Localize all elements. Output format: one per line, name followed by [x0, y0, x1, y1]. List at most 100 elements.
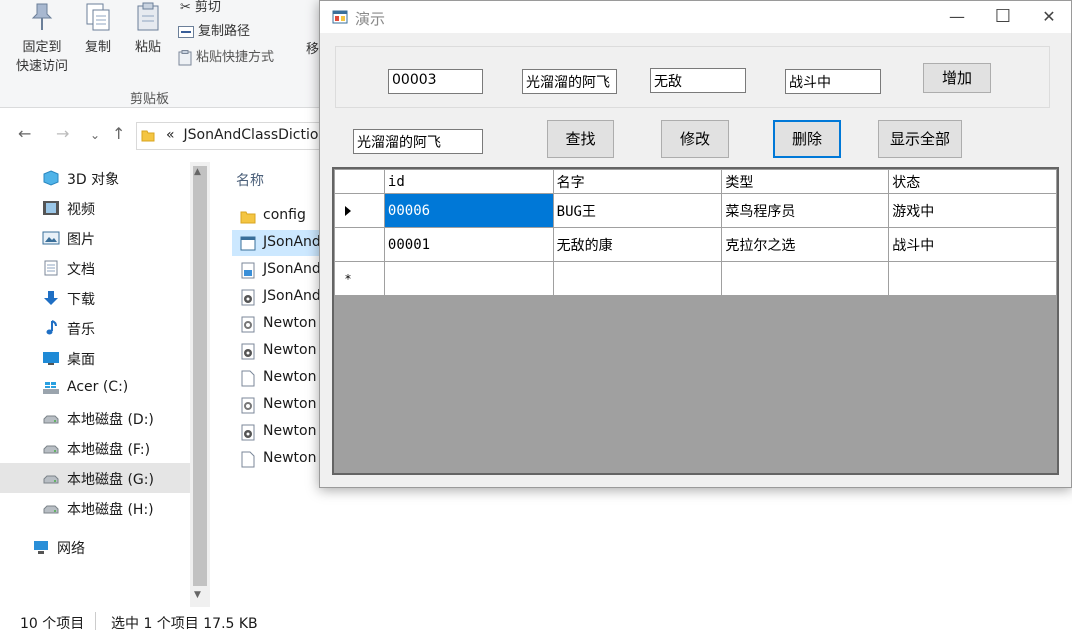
grid-cell-new[interactable]: [721, 261, 890, 296]
file-label: Newton: [263, 342, 317, 358]
id-input[interactable]: 00003: [388, 69, 483, 94]
document-icon: [44, 260, 58, 276]
copy-path-button[interactable]: 复制路径: [178, 20, 250, 39]
show-all-button[interactable]: 显示全部: [878, 120, 962, 158]
settings-file-icon: [241, 316, 255, 333]
title-bar[interactable]: 演示 — ☐ ✕: [320, 1, 1071, 33]
grid-cell-name[interactable]: 无敌的康: [552, 227, 723, 262]
explorer-ribbon: 固定到 快速访问 复制 粘贴 ✂ 剪切 复制路径 粘贴快捷方式 移 剪贴板: [0, 0, 320, 108]
grid-cell-type[interactable]: 克拉尔之选: [721, 227, 890, 262]
item-count: 10 个项目: [20, 616, 85, 632]
grid-cell-new[interactable]: [552, 261, 723, 296]
row-header-new[interactable]: *: [334, 261, 385, 296]
grid-cell-new[interactable]: [888, 261, 1057, 296]
state-input[interactable]: 战斗中: [785, 69, 881, 94]
tree-item-network[interactable]: 网络: [0, 532, 190, 562]
tree-item-label: Acer (C:): [67, 379, 129, 395]
tree-item-pictures[interactable]: 图片: [0, 223, 190, 253]
paste-shortcut-button[interactable]: 粘贴快捷方式: [178, 46, 274, 66]
pin-icon: [31, 3, 53, 30]
tree-item-downloads[interactable]: 下载: [0, 283, 190, 313]
grid-cell-id[interactable]: 00006: [383, 193, 554, 228]
tree-scrollbar-thumb[interactable]: [193, 166, 207, 586]
status-divider: [95, 612, 96, 630]
tree-item-label: 图片: [67, 232, 95, 248]
picture-icon: [42, 231, 60, 245]
clipboard-group-label: 剪贴板: [130, 92, 170, 107]
tree-item-label: 本地磁盘 (F:): [67, 442, 151, 458]
tree-item-label: 下载: [67, 292, 95, 308]
column-header-id[interactable]: id: [383, 169, 554, 194]
column-header-name[interactable]: 名称: [236, 170, 264, 190]
new-row[interactable]: *: [334, 261, 1057, 296]
grid-cell-id[interactable]: 00001: [383, 227, 554, 262]
pin-to-quick-access-button[interactable]: 固定到 快速访问: [14, 2, 70, 74]
pin-label-2: 快速访问: [15, 59, 68, 74]
table-row[interactable]: 00001 无敌的康 克拉尔之选 战斗中: [334, 227, 1057, 262]
cut-button[interactable]: ✂ 剪切: [180, 0, 221, 15]
column-header-state[interactable]: 状态: [888, 169, 1057, 194]
tree-item-drive-g[interactable]: 本地磁盘 (G:): [0, 463, 190, 493]
grid-cell-name[interactable]: BUG王: [552, 193, 723, 228]
table-row[interactable]: 00006 BUG王 菜鸟程序员 游戏中: [334, 193, 1057, 228]
tree-item-videos[interactable]: 视频: [0, 193, 190, 223]
tree-item-drive-d[interactable]: 本地磁盘 (D:): [0, 403, 190, 433]
grid-cell-state[interactable]: 战斗中: [888, 227, 1057, 262]
forward-arrow-icon[interactable]: →: [56, 124, 69, 143]
search-input[interactable]: 光溜溜的阿飞: [353, 129, 483, 154]
type-input[interactable]: 无敌: [650, 68, 746, 93]
back-arrow-icon[interactable]: ←: [18, 124, 31, 143]
paste-label: 粘贴: [134, 40, 161, 55]
file-label: config: [263, 207, 306, 223]
music-icon: [46, 320, 57, 335]
tree-item-documents[interactable]: 文档: [0, 253, 190, 283]
row-header-current[interactable]: [334, 193, 385, 228]
config-file-icon: [241, 262, 255, 279]
edit-button[interactable]: 修改: [661, 120, 729, 158]
grid-cell-state[interactable]: 游戏中: [888, 193, 1057, 228]
copy-icon: [86, 3, 110, 31]
minimize-button[interactable]: —: [934, 1, 980, 33]
tree-item-label: 本地磁盘 (D:): [67, 412, 154, 428]
window-title: 演示: [355, 10, 386, 28]
row-header[interactable]: [334, 227, 385, 262]
address-text: JSonAndClassDictio: [183, 127, 319, 143]
move-button[interactable]: 移: [306, 38, 319, 57]
add-button[interactable]: 增加: [923, 63, 991, 93]
copy-path-icon: [178, 25, 194, 38]
recent-chevron-icon[interactable]: ⌄: [90, 128, 100, 142]
close-button[interactable]: ✕: [1026, 1, 1072, 33]
tree-item-music[interactable]: 音乐: [0, 313, 190, 343]
tree-item-drive-f[interactable]: 本地磁盘 (F:): [0, 433, 190, 463]
app-icon: [332, 10, 348, 24]
paste-button[interactable]: 粘贴: [130, 2, 166, 55]
file-label: Newton: [263, 423, 317, 439]
desktop-icon: [43, 352, 59, 365]
column-header-type[interactable]: 类型: [721, 169, 890, 194]
grid-cell-new[interactable]: [383, 261, 554, 296]
delete-button[interactable]: 删除: [773, 120, 841, 158]
video-icon: [43, 201, 59, 215]
selection-info: 选中 1 个项目 17.5 KB: [111, 616, 258, 632]
grid-cell-type[interactable]: 菜鸟程序员: [721, 193, 890, 228]
up-arrow-icon[interactable]: ↑: [112, 124, 125, 143]
data-grid[interactable]: id 名字 类型 状态 00006 BUG王 菜鸟程序员 游戏中 00001 无…: [332, 167, 1059, 475]
column-header-name[interactable]: 名字: [552, 169, 723, 194]
tree-item-drive-h[interactable]: 本地磁盘 (H:): [0, 493, 190, 523]
paste-shortcut-icon: [178, 49, 192, 65]
paste-shortcut-label: 粘贴快捷方式: [196, 50, 275, 65]
tree-item-drive-c[interactable]: Acer (C:): [0, 373, 190, 403]
tree-item-desktop[interactable]: 桌面: [0, 343, 190, 373]
settings-file-icon: [241, 397, 255, 414]
copy-button[interactable]: 复制: [80, 2, 116, 55]
tree-item-3d-objects[interactable]: 3D 对象: [0, 163, 190, 193]
scroll-down-icon[interactable]: ▼: [194, 590, 201, 600]
scroll-up-icon[interactable]: ▲: [194, 167, 201, 177]
maximize-button[interactable]: ☐: [980, 1, 1026, 33]
name-input[interactable]: 光溜溜的阿飞: [522, 69, 617, 94]
drive-icon: [43, 445, 59, 454]
file-label: Newton: [263, 396, 317, 412]
find-button[interactable]: 查找: [547, 120, 614, 158]
grid-corner-cell[interactable]: [334, 169, 385, 194]
cut-label: 剪切: [194, 0, 221, 15]
